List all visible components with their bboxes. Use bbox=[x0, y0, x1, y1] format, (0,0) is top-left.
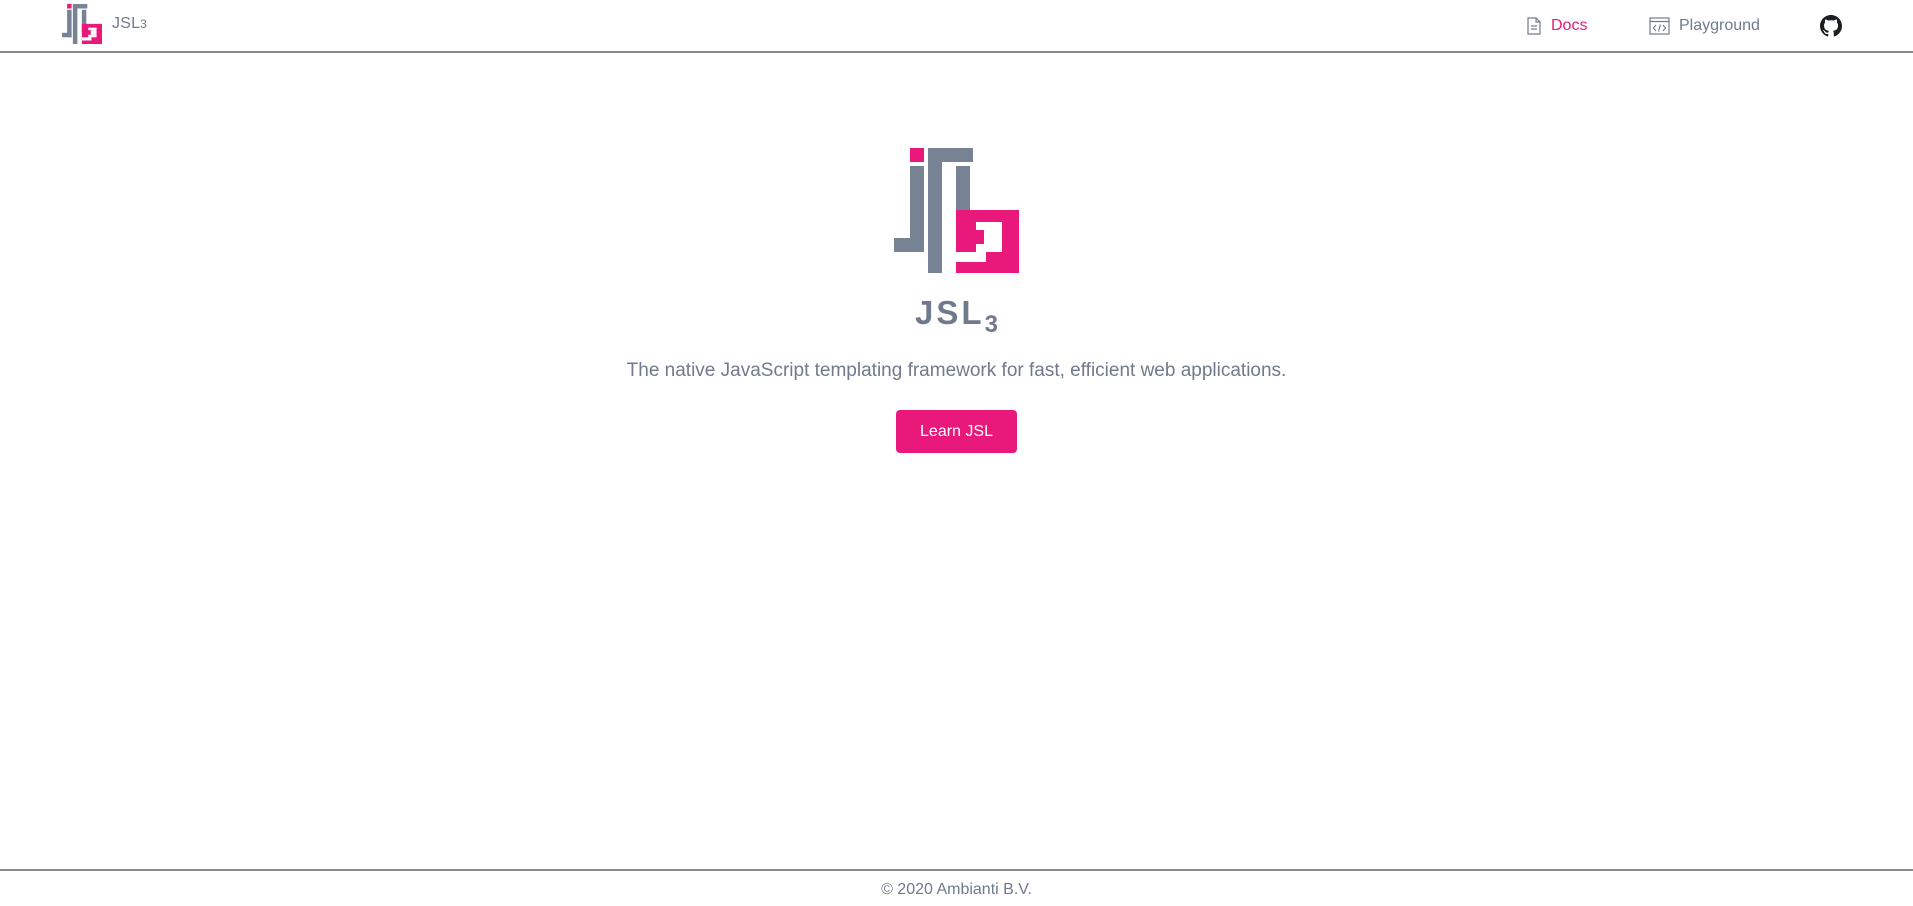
nav-docs-label: Docs bbox=[1551, 16, 1588, 34]
code-window-icon bbox=[1649, 16, 1670, 35]
github-link[interactable] bbox=[1820, 0, 1851, 51]
brand-home-link[interactable]: JSL3 bbox=[62, 3, 147, 45]
jsl-hero-logo-icon bbox=[894, 148, 1019, 273]
footer-copyright: © 2020 Ambianti B.V. bbox=[881, 881, 1032, 898]
learn-jsl-button[interactable]: Learn JSL bbox=[896, 410, 1017, 453]
jsl-logo-icon bbox=[62, 4, 102, 44]
nav-playground-label: Playground bbox=[1679, 16, 1760, 34]
footer: © 2020 Ambianti B.V. bbox=[0, 869, 1913, 906]
nav-docs-link[interactable]: Docs bbox=[1526, 0, 1587, 51]
document-icon bbox=[1527, 16, 1541, 35]
brand-name: JSL3 bbox=[112, 15, 148, 32]
hero-title: JSL3 bbox=[915, 294, 998, 338]
top-nav-bar: JSL3 Docs Playground bbox=[0, 0, 1913, 53]
github-icon bbox=[1820, 14, 1842, 36]
nav-playground-link[interactable]: Playground bbox=[1649, 0, 1760, 51]
hero-tagline: The native JavaScript templating framewo… bbox=[626, 360, 1287, 381]
